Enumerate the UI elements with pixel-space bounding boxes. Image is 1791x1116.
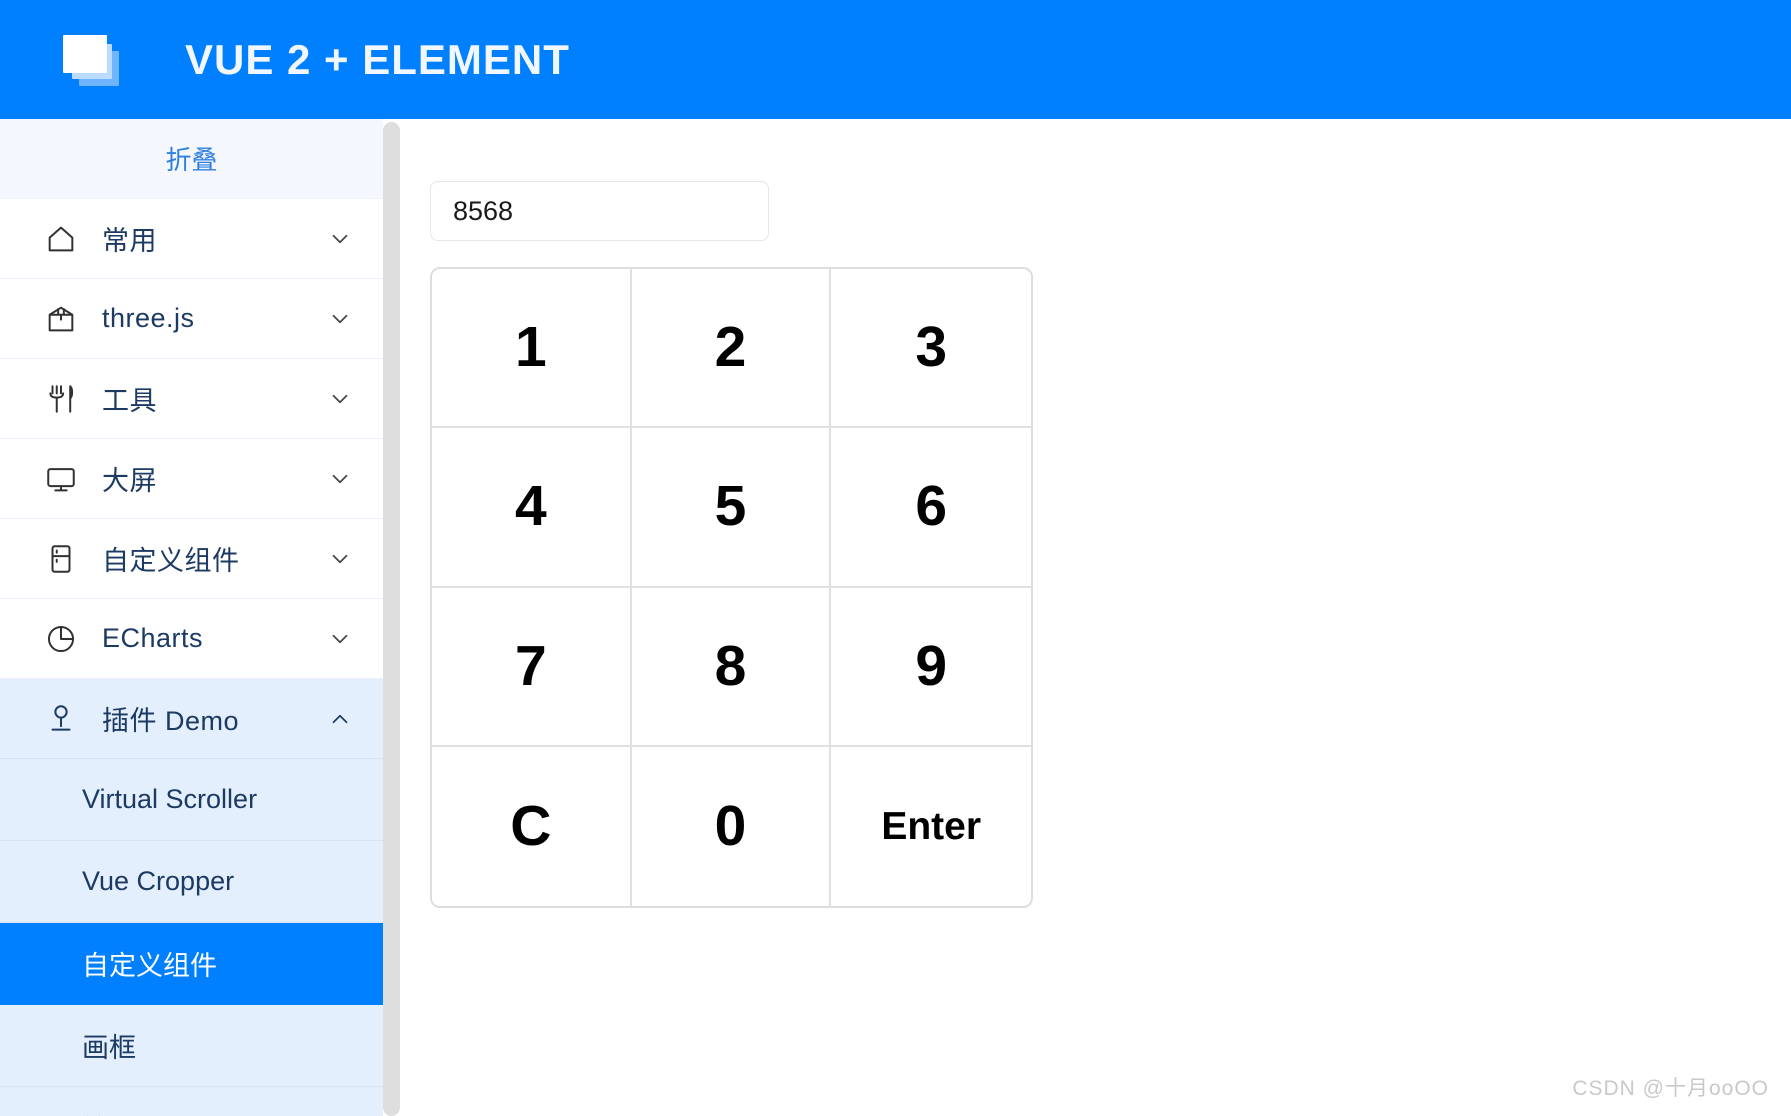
sidebar-item-label: 常用 xyxy=(102,226,157,256)
home-icon xyxy=(44,222,78,256)
chevron-down-icon[interactable] xyxy=(327,546,353,572)
number-display-input[interactable] xyxy=(430,181,769,241)
keypad-key-7[interactable]: 7 xyxy=(432,587,632,747)
sidebar-subitem-zidingyi-zujian[interactable]: 自定义组件 xyxy=(0,923,383,1005)
sidebar-collapse-toggle[interactable]: 折叠 xyxy=(0,119,383,199)
keypad-key-5[interactable]: 5 xyxy=(631,428,832,588)
pie-chart-icon xyxy=(44,622,78,656)
user-icon xyxy=(44,702,78,736)
chevron-down-icon[interactable] xyxy=(327,466,353,492)
sidebar-item-zidingyi-zujian[interactable]: 自定义组件 xyxy=(0,519,383,599)
sidebar-item-daping[interactable]: 大屏 xyxy=(0,439,383,519)
csdn-watermark: CSDN @十月ooOO xyxy=(1572,1077,1769,1100)
sidebar-item-threejs[interactable]: three.js xyxy=(0,279,383,359)
keypad-key-8[interactable]: 8 xyxy=(631,587,832,747)
keypad-key-0[interactable]: 0 xyxy=(631,746,832,906)
keypad-key-9[interactable]: 9 xyxy=(831,587,1031,747)
sidebar-subitem-huakuang[interactable]: 画框 xyxy=(0,1005,383,1087)
chevron-up-icon[interactable] xyxy=(327,706,353,732)
sidebar-subitem-virtual-scroller[interactable]: Virtual Scroller xyxy=(0,759,383,841)
app-root: VUE 2 + ELEMENT 折叠 常用 three.js 工具 大屏 自定义… xyxy=(0,0,1791,1116)
sidebar-item-label: 大屏 xyxy=(102,466,157,496)
keypad-key-clear[interactable]: C xyxy=(432,746,632,906)
monitor-icon xyxy=(44,462,78,496)
chevron-down-icon[interactable] xyxy=(327,626,353,652)
stacked-squares-icon xyxy=(59,32,121,88)
keypad-key-enter[interactable]: Enter xyxy=(831,746,1031,906)
sidebar-item-chajian-demo[interactable]: 插件 Demo xyxy=(0,679,383,759)
main-content: 1 2 3 4 5 6 7 8 9 C 0 Enter xyxy=(400,119,1791,1116)
sidebar-menu: 折叠 常用 three.js 工具 大屏 自定义组件 ECharts 插件 De… xyxy=(0,119,383,1116)
fridge-icon xyxy=(44,542,78,576)
app-header: VUE 2 + ELEMENT xyxy=(0,0,1791,119)
sidebar-item-label: 插件 Demo xyxy=(102,706,240,736)
app-title: VUE 2 + ELEMENT xyxy=(185,35,570,83)
keypad-key-1[interactable]: 1 xyxy=(432,269,632,429)
sidebar-scrollbar-thumb[interactable] xyxy=(383,122,400,1116)
sidebar-item-label: three.js xyxy=(102,303,195,333)
sidebar-item-label: 工具 xyxy=(102,386,157,416)
keypad-key-2[interactable]: 2 xyxy=(631,269,832,429)
box-icon xyxy=(44,302,78,336)
chevron-down-icon[interactable] xyxy=(327,226,353,252)
sidebar-collapse-label: 折叠 xyxy=(165,145,218,175)
keypad-key-3[interactable]: 3 xyxy=(831,269,1031,429)
numeric-keypad: 1 2 3 4 5 6 7 8 9 C 0 Enter xyxy=(430,267,1033,908)
sidebar-item-gongju[interactable]: 工具 xyxy=(0,359,383,439)
chevron-down-icon[interactable] xyxy=(327,386,353,412)
keypad-key-6[interactable]: 6 xyxy=(831,428,1031,588)
chevron-down-icon[interactable] xyxy=(327,306,353,332)
sidebar-subitem-huizhi-tuxing[interactable]: 绘制图形 xyxy=(0,1087,383,1116)
sidebar-item-echarts[interactable]: ECharts xyxy=(0,599,383,679)
sidebar-item-changyong[interactable]: 常用 xyxy=(0,199,383,279)
sidebar-item-label: 自定义组件 xyxy=(102,546,240,576)
sidebar-item-label: ECharts xyxy=(102,623,204,653)
sidebar-subitem-vue-cropper[interactable]: Vue Cropper xyxy=(0,841,383,923)
fork-knife-icon xyxy=(44,382,78,416)
keypad-key-4[interactable]: 4 xyxy=(432,428,632,588)
sidebar: 折叠 常用 three.js 工具 大屏 自定义组件 ECharts 插件 De… xyxy=(0,119,400,1116)
